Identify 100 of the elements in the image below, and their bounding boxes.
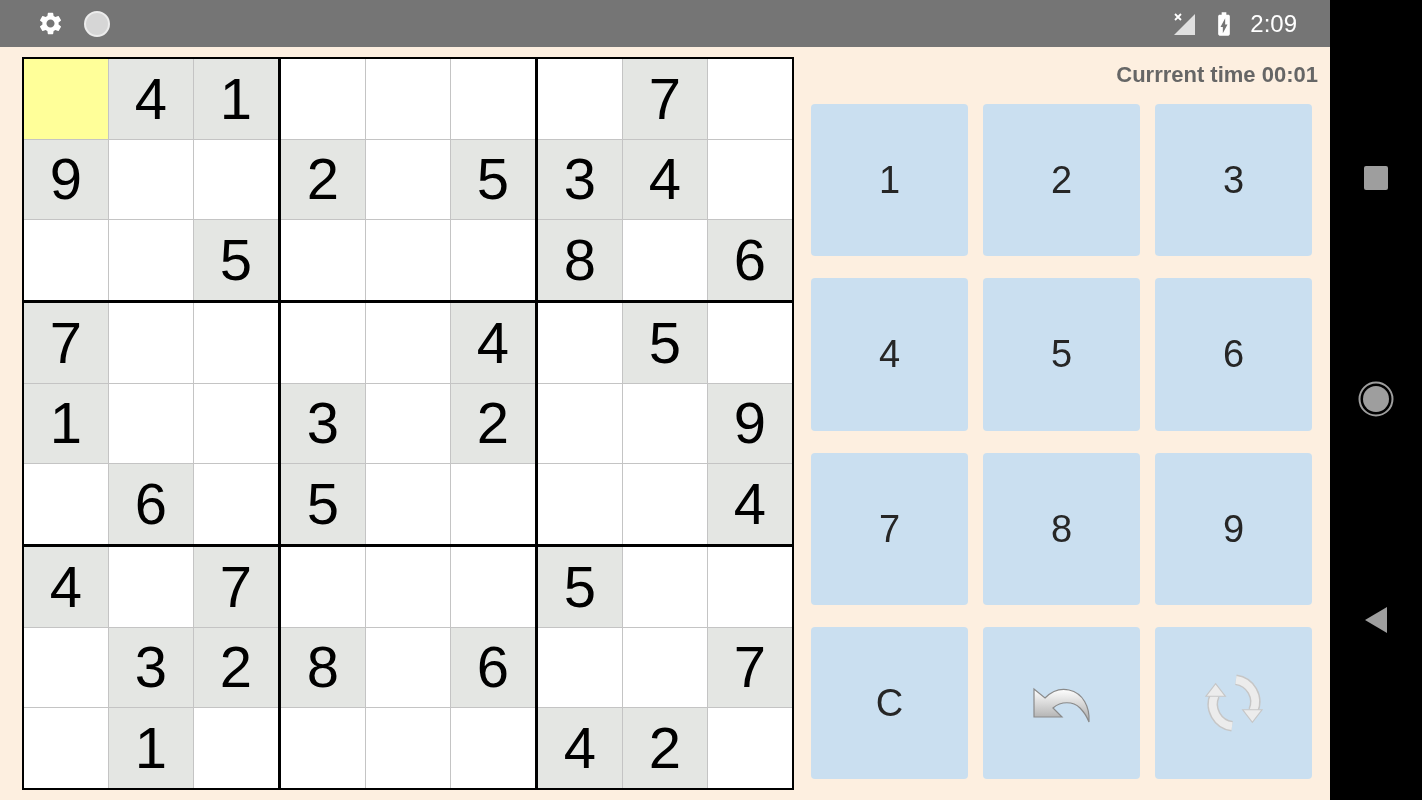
sudoku-cell[interactable] bbox=[538, 59, 622, 139]
number-button[interactable]: 2 bbox=[983, 104, 1140, 257]
clock-time: 2:09 bbox=[1250, 11, 1297, 36]
sudoku-cell[interactable]: 4 bbox=[451, 303, 535, 383]
sudoku-cell[interactable] bbox=[451, 708, 535, 788]
sudoku-cell[interactable] bbox=[538, 464, 622, 544]
sudoku-cell[interactable] bbox=[24, 464, 108, 544]
sudoku-cell[interactable]: 3 bbox=[109, 627, 193, 708]
sudoku-cell[interactable] bbox=[366, 139, 450, 220]
sudoku-cell[interactable] bbox=[194, 139, 278, 220]
sudoku-cell[interactable] bbox=[708, 139, 792, 220]
back-triangle-icon[interactable] bbox=[1365, 607, 1387, 633]
sudoku-cell[interactable] bbox=[366, 627, 450, 708]
sudoku-cell[interactable]: 4 bbox=[109, 59, 193, 139]
sudoku-cell[interactable] bbox=[194, 303, 278, 383]
sudoku-cell[interactable]: 1 bbox=[109, 708, 193, 788]
sudoku-cell[interactable] bbox=[623, 627, 707, 708]
sudoku-cell[interactable] bbox=[451, 59, 535, 139]
sudoku-cell[interactable] bbox=[451, 547, 535, 627]
sudoku-cell[interactable]: 4 bbox=[623, 139, 707, 220]
sudoku-cell[interactable] bbox=[109, 220, 193, 300]
refresh-button[interactable] bbox=[1155, 626, 1312, 779]
undo-button[interactable] bbox=[983, 626, 1140, 779]
sudoku-cell[interactable] bbox=[109, 303, 193, 383]
sudoku-cell[interactable] bbox=[366, 708, 450, 788]
sudoku-cell[interactable] bbox=[109, 383, 193, 464]
sudoku-cell[interactable]: 5 bbox=[194, 220, 278, 300]
sudoku-cell[interactable] bbox=[281, 303, 365, 383]
sudoku-cell[interactable]: 4 bbox=[708, 464, 792, 544]
sudoku-cell[interactable]: 7 bbox=[623, 59, 707, 139]
sudoku-cell[interactable] bbox=[109, 547, 193, 627]
sudoku-cell[interactable] bbox=[538, 383, 622, 464]
sudoku-cell[interactable] bbox=[194, 708, 278, 788]
sudoku-cell[interactable] bbox=[708, 547, 792, 627]
sudoku-cell[interactable]: 5 bbox=[281, 464, 365, 544]
sudoku-cell[interactable] bbox=[24, 59, 108, 139]
timer-label: Currrent time 00:01 bbox=[1116, 61, 1318, 89]
sudoku-cell[interactable] bbox=[366, 464, 450, 544]
sudoku-cell[interactable] bbox=[281, 708, 365, 788]
sudoku-cell[interactable]: 3 bbox=[281, 383, 365, 464]
sudoku-cell[interactable] bbox=[623, 383, 707, 464]
sudoku-cell[interactable]: 6 bbox=[109, 464, 193, 544]
sudoku-cell[interactable]: 4 bbox=[538, 708, 622, 788]
sudoku-cell[interactable] bbox=[366, 220, 450, 300]
sudoku-cell[interactable]: 5 bbox=[623, 303, 707, 383]
sudoku-cell[interactable]: 8 bbox=[538, 220, 622, 300]
sudoku-cell[interactable] bbox=[366, 59, 450, 139]
sudoku-cell[interactable] bbox=[708, 303, 792, 383]
sudoku-cell[interactable] bbox=[281, 220, 365, 300]
sudoku-cell[interactable] bbox=[281, 59, 365, 139]
sudoku-cell[interactable] bbox=[708, 708, 792, 788]
sudoku-cell[interactable] bbox=[366, 547, 450, 627]
sudoku-cell[interactable] bbox=[194, 383, 278, 464]
sudoku-cell[interactable]: 7 bbox=[708, 627, 792, 708]
number-button[interactable]: 4 bbox=[811, 278, 968, 431]
number-button[interactable]: 3 bbox=[1155, 104, 1312, 257]
sudoku-cell[interactable]: 5 bbox=[538, 547, 622, 627]
sudoku-cell[interactable]: 6 bbox=[708, 220, 792, 300]
sudoku-cell[interactable] bbox=[281, 547, 365, 627]
home-circle-icon[interactable] bbox=[1358, 380, 1394, 417]
settings-icon bbox=[37, 10, 64, 37]
sudoku-cell[interactable] bbox=[366, 303, 450, 383]
number-button[interactable]: 9 bbox=[1155, 452, 1312, 605]
sudoku-cell[interactable]: 6 bbox=[451, 627, 535, 708]
number-button[interactable]: 7 bbox=[811, 452, 968, 605]
sudoku-cell[interactable]: 2 bbox=[281, 139, 365, 220]
sudoku-cell[interactable]: 2 bbox=[451, 383, 535, 464]
sudoku-cell[interactable]: 2 bbox=[623, 708, 707, 788]
sudoku-cell[interactable]: 3 bbox=[538, 139, 622, 220]
sudoku-cell[interactable]: 1 bbox=[24, 383, 108, 464]
sudoku-cell[interactable]: 8 bbox=[281, 627, 365, 708]
sudoku-cell[interactable] bbox=[24, 708, 108, 788]
sudoku-cell[interactable] bbox=[538, 303, 622, 383]
sudoku-cell[interactable]: 5 bbox=[451, 139, 535, 220]
sudoku-cell[interactable] bbox=[623, 547, 707, 627]
no-signal-icon bbox=[1172, 11, 1197, 36]
sudoku-cell[interactable]: 4 bbox=[24, 547, 108, 627]
sudoku-cell[interactable] bbox=[109, 139, 193, 220]
number-button[interactable]: 5 bbox=[983, 278, 1140, 431]
sudoku-cell[interactable] bbox=[24, 627, 108, 708]
sudoku-cell[interactable]: 9 bbox=[708, 383, 792, 464]
sudoku-cell[interactable]: 7 bbox=[194, 547, 278, 627]
number-button[interactable]: 1 bbox=[811, 104, 968, 257]
sudoku-cell[interactable] bbox=[623, 220, 707, 300]
sudoku-cell[interactable] bbox=[194, 464, 278, 544]
sudoku-cell[interactable]: 9 bbox=[24, 139, 108, 220]
recents-square-icon[interactable] bbox=[1364, 166, 1388, 190]
sudoku-cell[interactable] bbox=[623, 464, 707, 544]
number-button[interactable]: 8 bbox=[983, 452, 1140, 605]
sudoku-cell[interactable] bbox=[538, 627, 622, 708]
number-button[interactable]: C bbox=[811, 626, 968, 779]
sudoku-cell[interactable] bbox=[24, 220, 108, 300]
sudoku-cell[interactable] bbox=[451, 464, 535, 544]
sudoku-cell[interactable] bbox=[708, 59, 792, 139]
sudoku-cell[interactable]: 2 bbox=[194, 627, 278, 708]
number-button[interactable]: 6 bbox=[1155, 278, 1312, 431]
sudoku-cell[interactable]: 1 bbox=[194, 59, 278, 139]
sudoku-cell[interactable] bbox=[366, 383, 450, 464]
sudoku-cell[interactable]: 7 bbox=[24, 303, 108, 383]
sudoku-cell[interactable] bbox=[451, 220, 535, 300]
